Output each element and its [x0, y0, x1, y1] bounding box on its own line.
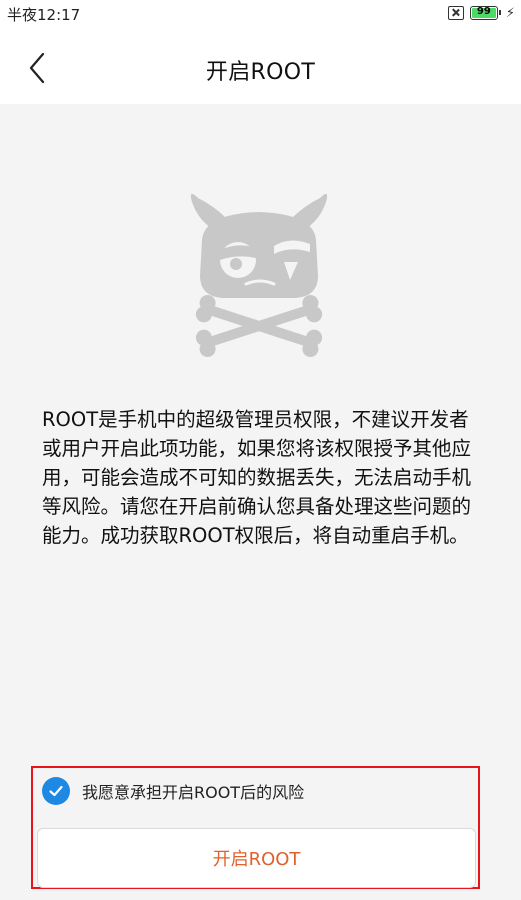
agree-risk-label: 我愿意承担开启ROOT后的风险 [82, 783, 305, 802]
checkbox-checked-icon[interactable] [42, 777, 70, 805]
status-icons: 99 ⚡ [447, 5, 515, 21]
battery-icon: 99 [469, 6, 501, 20]
checkmark-icon [49, 785, 63, 797]
mi-bunny-skull-crossbones-icon [190, 193, 328, 358]
enable-root-button[interactable]: 开启ROOT [37, 828, 476, 888]
header: 开启ROOT [0, 26, 521, 104]
page-title: 开启ROOT [205, 60, 316, 85]
status-bar: 半夜12:17 99 ⚡ [0, 0, 521, 26]
agree-risk-checkbox[interactable]: 我愿意承担开启ROOT后的风险 [42, 775, 304, 807]
charging-bolt-icon: ⚡ [505, 5, 515, 21]
root-warning-description: ROOT是手机中的超级管理员权限，不建议开发者或用户开启此项功能，如果您将该权限… [42, 408, 472, 547]
battery-level: 99 [476, 6, 491, 17]
status-time: 半夜12:17 [7, 6, 81, 24]
battery-cap [498, 10, 501, 15]
sim-card-icon [447, 6, 464, 20]
